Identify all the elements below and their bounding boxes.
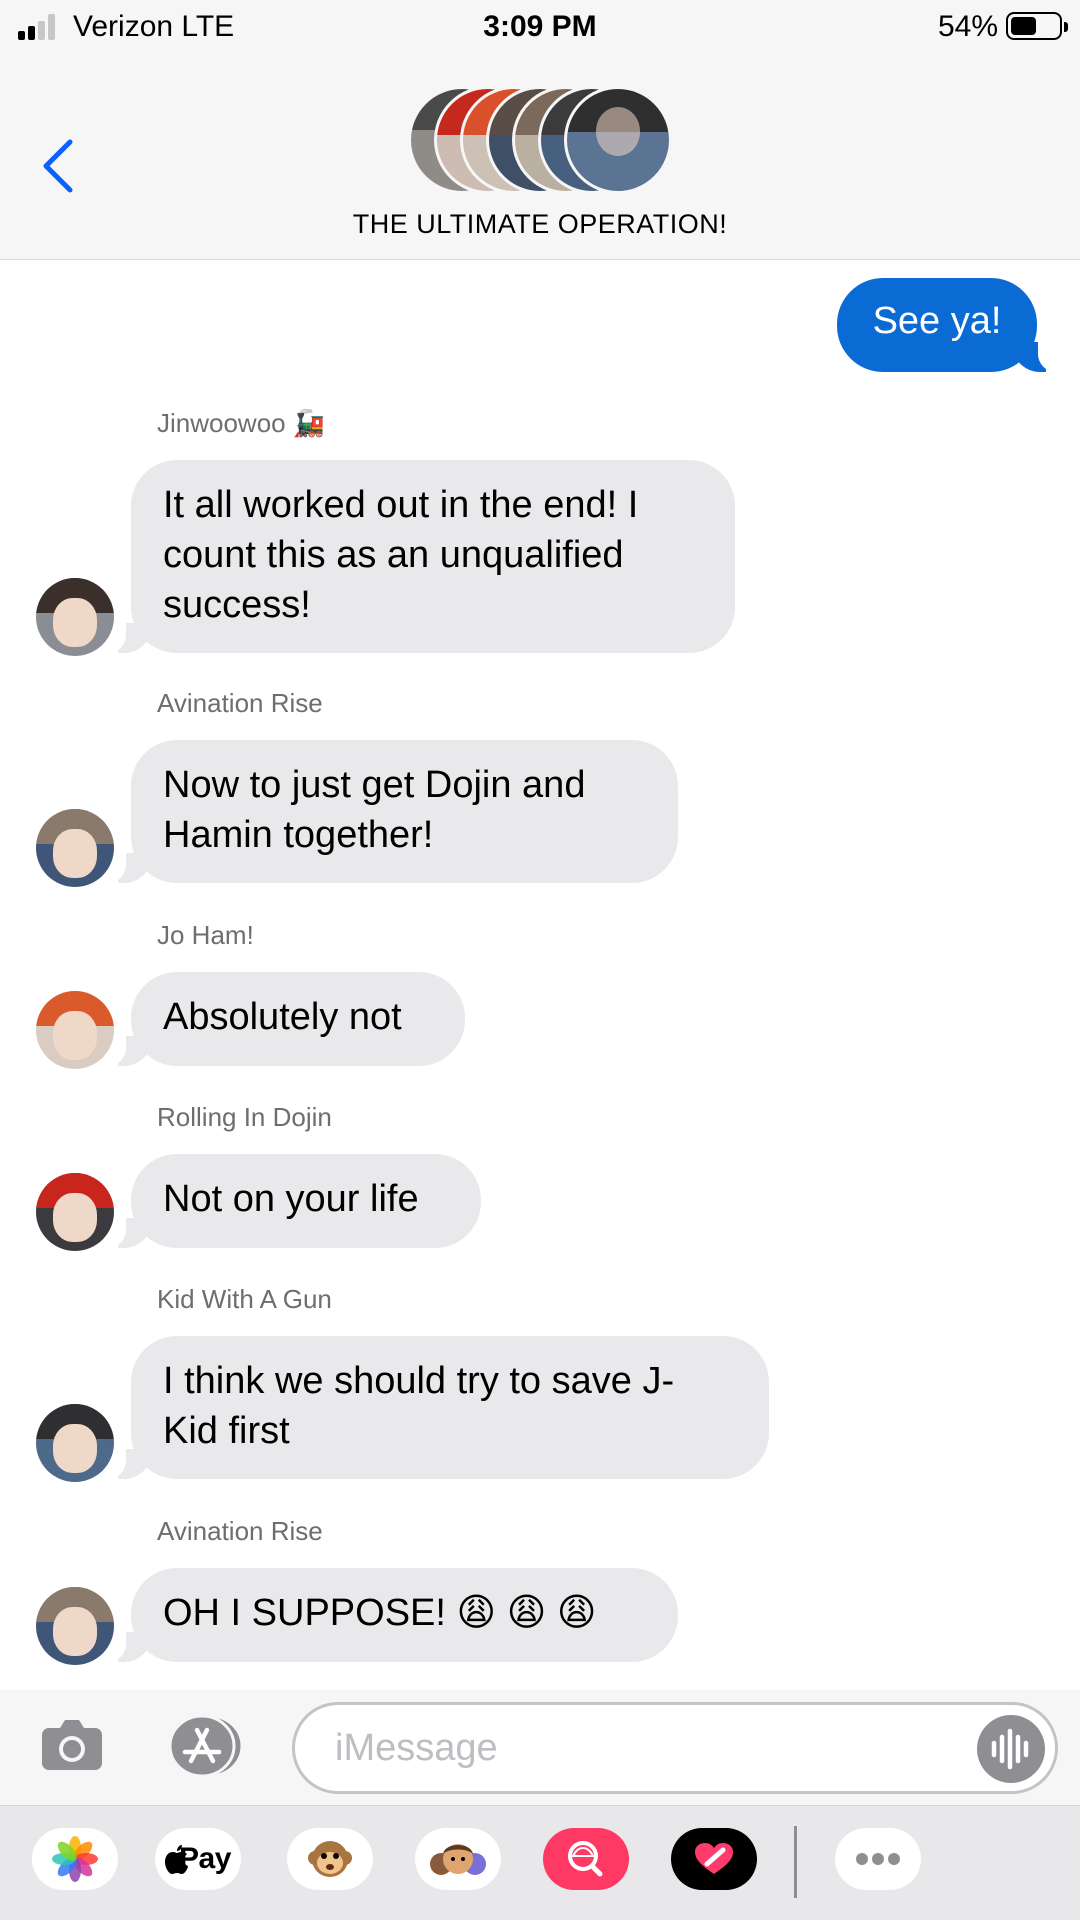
- message-text: See ya!: [872, 300, 1002, 342]
- bubble-tail: [104, 853, 152, 883]
- camera-icon: [42, 1720, 102, 1770]
- message-input[interactable]: [335, 1723, 895, 1773]
- apple-pay-label: Pay: [179, 1842, 231, 1875]
- digital-touch-button[interactable]: [671, 1828, 757, 1890]
- bubble-tail: [104, 1218, 152, 1248]
- apple-pay-button[interactable]: Pay: [155, 1828, 241, 1890]
- avatar[interactable]: [36, 1173, 114, 1251]
- battery-nub: [1064, 22, 1068, 32]
- message-line: Hamin together!: [163, 814, 434, 856]
- digital-touch-heart-icon: [695, 1843, 733, 1874]
- message-line: I think we should try to save J-: [163, 1360, 675, 1402]
- memoji-button[interactable]: [415, 1828, 501, 1890]
- incoming-message-bubble[interactable]: OH I SUPPOSE! 😩 😩 😩: [131, 1568, 678, 1662]
- image-search-icon: [568, 1841, 603, 1877]
- photos-app-button[interactable]: [32, 1828, 118, 1890]
- camera-button[interactable]: [40, 1716, 104, 1772]
- bubble-tail: [104, 623, 152, 653]
- battery-percent: 54%: [937, 10, 998, 43]
- outgoing-message-bubble[interactable]: See ya!: [837, 278, 1037, 372]
- sender-name: Avination Rise: [157, 1516, 323, 1546]
- compose-bar: [0, 1690, 1080, 1805]
- message-line: Not on your life: [163, 1178, 419, 1220]
- avatar[interactable]: [36, 578, 114, 656]
- train-emoji: 🚂: [292, 408, 326, 438]
- avatar: [564, 86, 672, 194]
- conversation-header: THE ULTIMATE OPERATION!: [0, 56, 1080, 260]
- bubble-tail: [1012, 342, 1060, 372]
- message-line: Absolutely not: [163, 996, 402, 1038]
- incoming-message-bubble[interactable]: Not on your life: [131, 1154, 481, 1248]
- message-field[interactable]: [292, 1702, 1058, 1794]
- voice-message-button[interactable]: [977, 1715, 1045, 1783]
- sender-name: Jo Ham!: [157, 920, 254, 950]
- sender-name: Jinwoowoo 🚂: [157, 408, 326, 438]
- app-drawer: Pay: [0, 1805, 1080, 1920]
- image-search-button[interactable]: [543, 1828, 629, 1890]
- app-store-icon: [168, 1714, 244, 1778]
- message-line: OH I SUPPOSE! 😩 😩 😩: [163, 1592, 597, 1634]
- status-time: 3:09 PM: [483, 10, 597, 43]
- sender-name: Kid With A Gun: [157, 1284, 332, 1314]
- message-line: count this as an unqualified: [163, 534, 624, 576]
- memoji-icon: [430, 1844, 486, 1875]
- message-line: Now to just get Dojin and: [163, 764, 586, 806]
- message-line: Kid first: [163, 1410, 290, 1452]
- waveform-icon: [991, 1728, 1029, 1770]
- avatar[interactable]: [36, 1404, 114, 1482]
- more-apps-button[interactable]: [835, 1828, 921, 1890]
- incoming-message-bubble[interactable]: It all worked out in the end! I count th…: [131, 460, 735, 653]
- drawer-divider: [794, 1826, 797, 1898]
- avatar[interactable]: [36, 991, 114, 1069]
- status-bar: Verizon LTE 3:09 PM 54%: [0, 0, 1080, 56]
- message-line: It all worked out in the end! I: [163, 484, 639, 526]
- incoming-message-bubble[interactable]: Now to just get Dojin and Hamin together…: [131, 740, 678, 883]
- message-list[interactable]: See ya! Jinwoowoo 🚂 It all worked out in…: [0, 260, 1080, 1690]
- more-apps-icon: [856, 1853, 900, 1865]
- animoji-monkey-icon: [308, 1841, 352, 1877]
- incoming-message-bubble[interactable]: Absolutely not: [131, 972, 465, 1066]
- avatar[interactable]: [36, 809, 114, 887]
- chevron-left-icon: [43, 139, 73, 193]
- sender-name: Rolling In Dojin: [157, 1102, 332, 1132]
- bubble-tail: [104, 1036, 152, 1066]
- app-store-button[interactable]: [164, 1714, 248, 1778]
- bubble-tail: [104, 1449, 152, 1479]
- group-name[interactable]: THE ULTIMATE OPERATION!: [0, 209, 1080, 240]
- battery-icon: [1006, 12, 1062, 40]
- back-button[interactable]: [38, 136, 88, 206]
- photos-app-icon: [52, 1836, 98, 1882]
- sender-name: Avination Rise: [157, 688, 323, 718]
- incoming-message-bubble[interactable]: I think we should try to save J- Kid fir…: [131, 1336, 769, 1479]
- message-line: success!: [163, 584, 311, 626]
- group-avatar-stack[interactable]: [408, 86, 672, 196]
- avatar[interactable]: [36, 1587, 114, 1665]
- bubble-tail: [104, 1632, 152, 1662]
- animoji-button[interactable]: [287, 1828, 373, 1890]
